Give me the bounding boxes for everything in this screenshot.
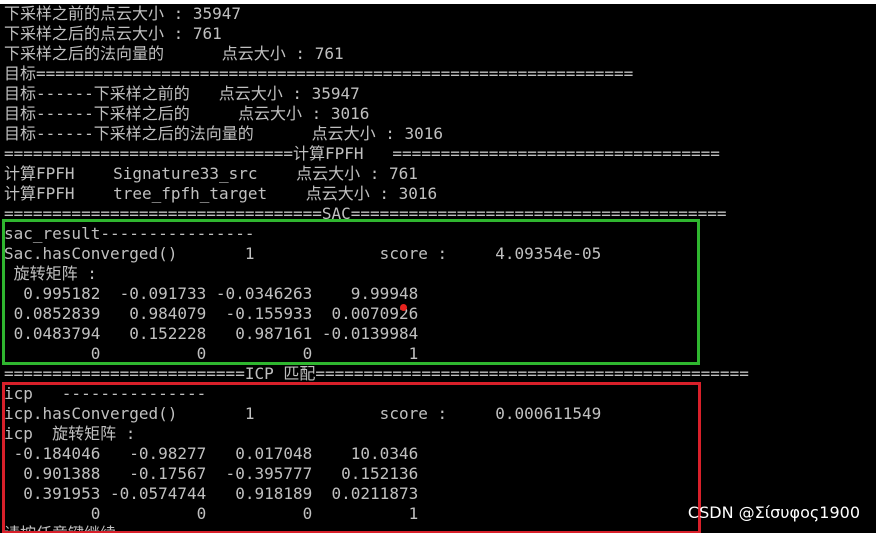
console-line: icp.hasConverged() 1 score : 0.000611549 <box>4 404 602 423</box>
console-line: 请按任意键继续. . . <box>4 524 164 533</box>
console-line: 目标======================================… <box>4 64 634 83</box>
console-line: 0.0852839 0.984079 -0.155933 0.0070926 <box>4 304 419 323</box>
console-line: sac_result---------------- <box>4 224 255 243</box>
console-line: 目标------下采样之前的 点云大小 : 35947 <box>4 84 360 103</box>
watermark-text: CSDN @Σίσυφος1900 <box>687 503 860 522</box>
console-line: 目标------下采样之后的 点云大小 : 3016 <box>4 104 370 123</box>
console-line: 计算FPFH Signature33_src 点云大小 : 761 <box>4 164 418 183</box>
console-line: =========================ICP 匹配=========… <box>4 364 749 383</box>
console-line: 下采样之后的点云大小 : 761 <box>4 24 222 43</box>
console-line: 下采样之后的法向量的 点云大小 : 761 <box>4 44 344 63</box>
console-line: 0.0483794 0.152228 0.987161 -0.0139984 <box>4 324 419 343</box>
console-line: ==============================计算FPFH ===… <box>4 144 720 163</box>
console-line: 旋转矩阵 : <box>4 264 97 283</box>
console-line: 下采样之前的点云大小 : 35947 <box>4 4 242 23</box>
console-line: 目标------下采样之后的法向量的 点云大小 : 3016 <box>4 124 444 143</box>
console-line: Sac.hasConverged() 1 score : 4.09354e-05 <box>4 244 602 263</box>
console-line: 0 0 0 1 <box>4 504 419 523</box>
mouse-cursor-marker <box>400 304 407 311</box>
console-line: 0 0 0 1 <box>4 344 419 363</box>
console-line: -0.184046 -0.98277 0.017048 10.0346 <box>4 444 419 463</box>
console-line: =================================SAC====… <box>4 204 727 223</box>
console-line: icp --------------- <box>4 384 207 403</box>
console-window: 下采样之前的点云大小 : 35947 下采样之后的点云大小 : 761 下采样之… <box>0 0 876 533</box>
console-line: icp 旋转矩阵 : <box>4 424 136 443</box>
console-line: 0.391953 -0.0574744 0.918189 0.0211873 <box>4 484 419 503</box>
console-line: 0.995182 -0.091733 -0.0346263 9.99948 <box>4 284 419 303</box>
console-line: 0.901388 -0.17567 -0.395777 0.152136 <box>4 464 419 483</box>
console-line: 计算FPFH tree_fpfh_target 点云大小 : 3016 <box>4 184 438 203</box>
